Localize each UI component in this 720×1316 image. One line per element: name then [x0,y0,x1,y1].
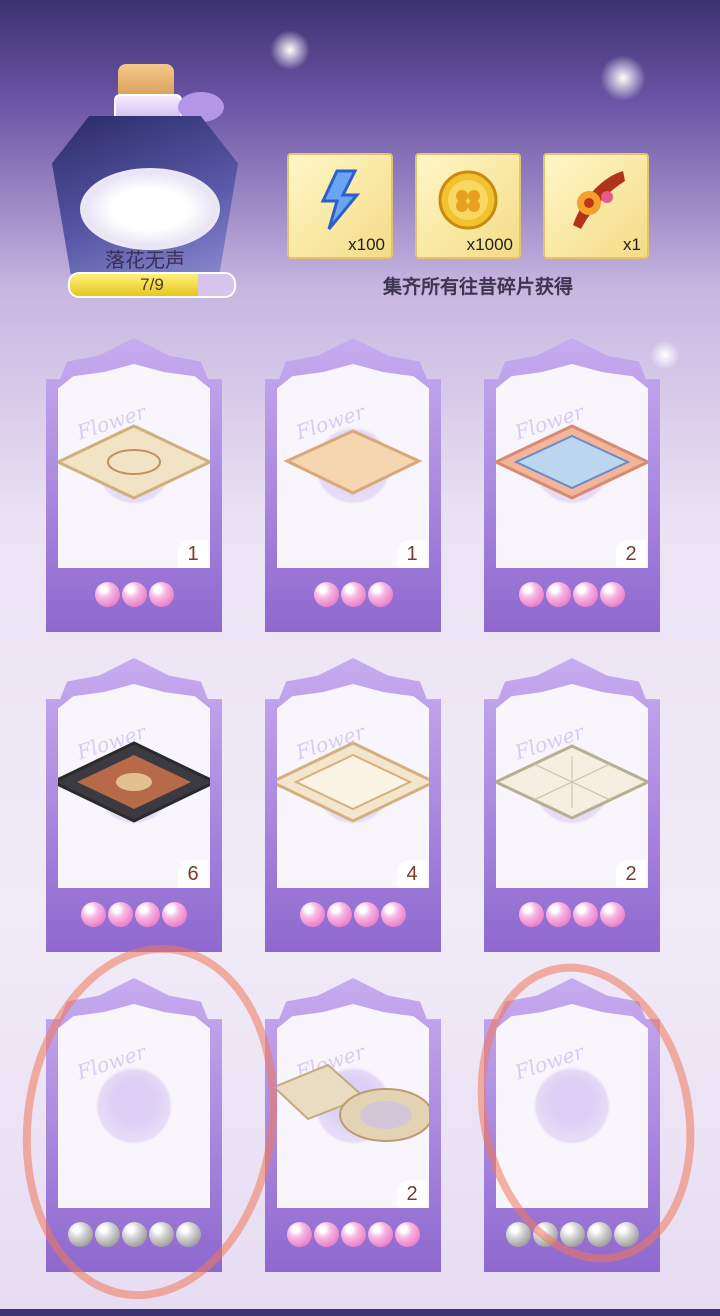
fragment-card-blue-tile-rug[interactable]: Flower 2 [484,338,660,632]
fragment-card-ornate-beige-rug[interactable]: Flower 1 [46,338,222,632]
rug-icon [58,741,210,823]
rarity-pearl-icon [121,582,147,607]
collection-bottle[interactable]: 落花无声 7/9 [48,64,248,298]
collection-rug-preview [80,168,220,250]
fragment-count: 4 [397,860,427,888]
rarity-pearl-icon [519,582,544,607]
collection-caption: 集齐所有往昔碎片获得 [382,277,573,298]
sparkle-decoration [600,55,646,101]
rarity-pearl-icon [546,582,571,607]
reward-item-coin[interactable]: x1000 [415,153,521,259]
fragment-count: 1 [397,540,427,568]
rarity-pearl-icon [313,1222,339,1247]
rarity-pearl-icon [519,902,544,927]
fragment-card-scroll-border-rug[interactable]: Flower 4 [265,658,441,952]
reward-quantity: x1 [623,235,641,254]
rarity-pearls [484,902,660,927]
fragment-count: 6 [178,860,208,888]
reward-quantity: x1000 [466,235,513,254]
rug-icon [283,429,423,495]
fragment-card-grid-pattern-rug[interactable]: Flower 2 [484,658,660,952]
reward-quantity: x100 [348,235,385,254]
rarity-pearls [265,582,441,607]
rarity-pearls [265,902,441,927]
rarity-pearl-icon [286,1222,312,1247]
rarity-pearl-icon [340,582,366,607]
rarity-pearl-icon [162,902,187,927]
rarity-pearl-icon [354,902,379,927]
fragment-card-persian-rug[interactable]: Flower 6 [46,658,222,952]
rarity-pearl-icon [313,582,339,607]
collection-name: 落花无声 [105,250,185,272]
rarity-pearl-icon [81,902,106,927]
rug-icon [277,1063,429,1142]
rarity-pearl-icon [381,902,406,927]
rarity-pearl-icon [94,582,120,607]
rarity-pearl-icon [148,582,174,607]
sparkle-decoration [270,30,310,70]
rarity-pearls [484,582,660,607]
fragment-card-stone-path-rug[interactable]: Flower 2 [265,978,441,1272]
rarity-pearl-icon [108,902,133,927]
rug-icon [277,741,429,823]
fragment-count: 2 [616,860,646,888]
flower-hairpin-icon [573,170,625,229]
rug-icon [496,744,648,820]
collection-progress-text: 7/9 [140,275,164,294]
rug-icon [58,424,210,500]
rarity-pearl-icon [600,582,625,607]
fragment-card-plain-peach-rug[interactable]: Flower 1 [265,338,441,632]
rarity-pearls [46,902,222,927]
lightning-icon [320,169,361,230]
rarity-pearls [265,1222,441,1247]
rarity-pearl-icon [327,902,352,927]
reward-item-lightning[interactable]: x100 [287,153,393,259]
rug-icon [496,424,648,500]
rarity-pearl-icon [573,902,598,927]
fragment-count: 2 [616,540,646,568]
rarity-pearl-icon [394,1222,420,1247]
rarity-pearl-icon [367,582,393,607]
rarity-pearl-icon [573,582,598,607]
fragment-count: 1 [178,540,208,568]
rarity-pearl-icon [546,902,571,927]
rarity-pearl-icon [367,1222,393,1247]
fragment-count: 2 [397,1180,427,1208]
rarity-pearl-icon [300,902,325,927]
gold-coin-icon [438,170,498,230]
collection-progress-bar: 7/9 [68,272,236,298]
rarity-pearl-icon [340,1222,366,1247]
rarity-pearl-icon [600,902,625,927]
rarity-pearl-icon [135,902,160,927]
reward-item-hairpin[interactable]: x1 [543,153,649,259]
rarity-pearls [46,582,222,607]
